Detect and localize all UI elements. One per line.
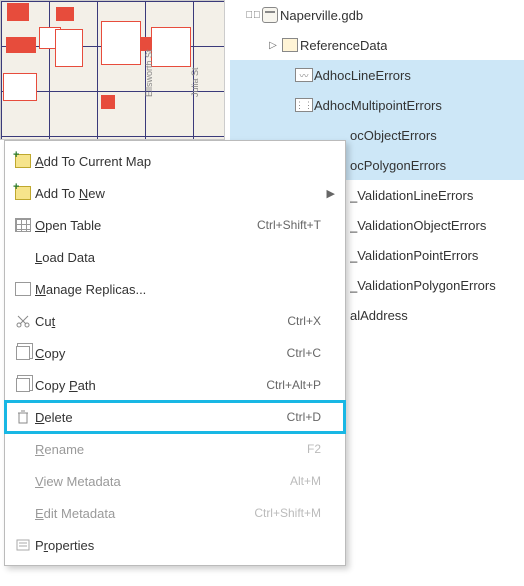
table-icon — [11, 218, 35, 232]
map-feature-outline — [3, 73, 37, 101]
menu-item-shortcut: Ctrl+C — [287, 346, 321, 360]
menu-item-label: Manage Replicas... — [35, 282, 321, 297]
feature-dataset-icon — [280, 38, 300, 52]
menu-item-cut[interactable]: CutCtrl+X — [5, 305, 345, 337]
map-feature — [56, 7, 74, 21]
tree-label: Naperville.gdb — [280, 8, 363, 23]
props-icon — [11, 538, 35, 552]
menu-item-label: Properties — [35, 538, 321, 553]
tree-label: _ValidationPolygonErrors — [350, 278, 496, 293]
menu-item-label: Add To Current Map — [35, 154, 321, 169]
menu-item-label: View Metadata — [35, 474, 290, 489]
tree-label: _ValidationObjectErrors — [350, 218, 486, 233]
tree-node-dataset[interactable]: ▷ ReferenceData — [230, 30, 524, 60]
menu-item-shortcut: Ctrl+X — [287, 314, 321, 328]
tree-label: AdhocLineErrors — [314, 68, 411, 83]
menu-item-label: Copy Path — [35, 378, 266, 393]
context-menu: Add To Current MapAdd To New▶Open TableC… — [4, 140, 346, 566]
menu-item-add-to-new[interactable]: Add To New▶ — [5, 177, 345, 209]
expand-arrow-icon[interactable]: ▷ — [266, 40, 280, 51]
menu-item-load-data[interactable]: Load Data — [5, 241, 345, 273]
tree-label: ocObjectErrors — [350, 128, 437, 143]
tree-item[interactable]: ⋮⋮ AdhocMultipointErrors — [230, 90, 524, 120]
tree-label: AdhocMultipointErrors — [314, 98, 442, 113]
tree-label: _ValidationLineErrors — [350, 188, 473, 203]
menu-item-shortcut: F2 — [307, 442, 321, 456]
map-feature — [7, 3, 29, 21]
menu-item-copy-path[interactable]: Copy PathCtrl+Alt+P — [5, 369, 345, 401]
plus-new-icon — [11, 186, 35, 200]
map-feature-outline — [55, 29, 83, 67]
copy-icon — [11, 346, 35, 360]
map-preview[interactable]: Ellsworth St Julia St — [0, 0, 225, 140]
menu-item-shortcut: Alt+M — [290, 474, 321, 488]
tree-label: ReferenceData — [300, 38, 387, 53]
map-feature-outline — [101, 21, 141, 65]
menu-item-shortcut: Ctrl+Alt+P — [266, 378, 321, 392]
menu-item-delete[interactable]: DeleteCtrl+D — [5, 401, 345, 433]
menu-item-label: Cut — [35, 314, 287, 329]
tree-item[interactable]: 〰 AdhocLineErrors — [230, 60, 524, 90]
map-street-label: Julia St — [190, 67, 200, 97]
geodatabase-icon — [260, 7, 280, 23]
menu-item-label: Edit Metadata — [35, 506, 254, 521]
menu-item-edit-meta: Edit MetadataCtrl+Shift+M — [5, 497, 345, 529]
menu-item-properties[interactable]: Properties — [5, 529, 345, 561]
map-feature — [101, 95, 115, 109]
collapse-arrow-icon[interactable]: �ﾟ — [246, 10, 260, 21]
map-street-label: Ellsworth St — [144, 49, 154, 97]
menu-item-label: Load Data — [35, 250, 321, 265]
replica-icon — [11, 282, 35, 296]
cut-icon — [11, 314, 35, 328]
menu-item-add-to-map[interactable]: Add To Current Map — [5, 145, 345, 177]
tree-node-gdb[interactable]: �ﾟ Naperville.gdb — [230, 0, 524, 30]
menu-item-open-table[interactable]: Open TableCtrl+Shift+T — [5, 209, 345, 241]
tree-label: ocPolygonErrors — [350, 158, 446, 173]
trash-icon — [11, 410, 35, 424]
menu-item-shortcut: Ctrl+Shift+M — [254, 506, 321, 520]
menu-item-label: Rename — [35, 442, 307, 457]
plus-map-icon — [11, 154, 35, 168]
tree-label: _ValidationPointErrors — [350, 248, 478, 263]
menu-item-view-meta: View MetadataAlt+M — [5, 465, 345, 497]
menu-item-label: Add To New — [35, 186, 321, 201]
menu-item-manage-repl[interactable]: Manage Replicas... — [5, 273, 345, 305]
map-feature — [6, 37, 36, 53]
line-feature-icon: 〰 — [294, 68, 314, 82]
menu-item-label: Delete — [35, 410, 287, 425]
menu-item-shortcut: Ctrl+D — [287, 410, 321, 424]
menu-item-copy[interactable]: CopyCtrl+C — [5, 337, 345, 369]
tree-label: alAddress — [350, 308, 408, 323]
menu-item-label: Copy — [35, 346, 287, 361]
menu-item-shortcut: Ctrl+Shift+T — [257, 218, 321, 232]
copy-icon — [11, 378, 35, 392]
submenu-arrow-icon: ▶ — [321, 187, 335, 200]
menu-item-label: Open Table — [35, 218, 257, 233]
multipoint-feature-icon: ⋮⋮ — [294, 98, 314, 112]
map-feature-outline — [151, 27, 191, 67]
menu-item-rename: RenameF2 — [5, 433, 345, 465]
